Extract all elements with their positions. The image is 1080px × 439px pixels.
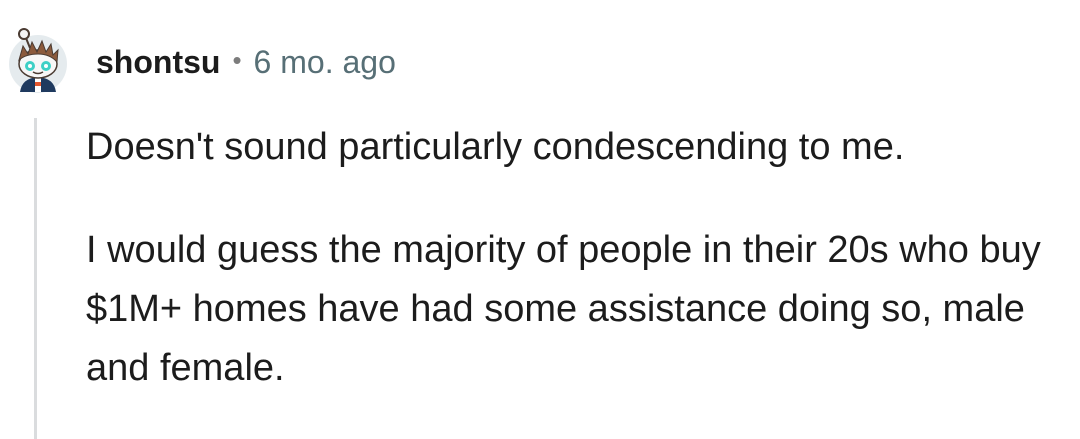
thread-collapse-line[interactable] bbox=[34, 118, 37, 439]
user-avatar[interactable] bbox=[6, 24, 70, 94]
comment-paragraph: I would guess the majority of people in … bbox=[86, 229, 1041, 389]
snoo-avatar-icon bbox=[9, 28, 67, 93]
comment-timestamp[interactable]: 6 mo. ago bbox=[254, 44, 396, 81]
meta-separator: • bbox=[232, 44, 242, 75]
comment-header: shontsu • 6 mo. ago bbox=[96, 38, 396, 86]
username-link[interactable]: shontsu bbox=[96, 44, 220, 81]
comment-body: Doesn't sound particularly condescending… bbox=[86, 118, 1071, 398]
comment-paragraph: Doesn't sound particularly condescending… bbox=[86, 126, 905, 168]
comment: shontsu • 6 mo. ago Doesn't sound partic… bbox=[0, 0, 1080, 439]
